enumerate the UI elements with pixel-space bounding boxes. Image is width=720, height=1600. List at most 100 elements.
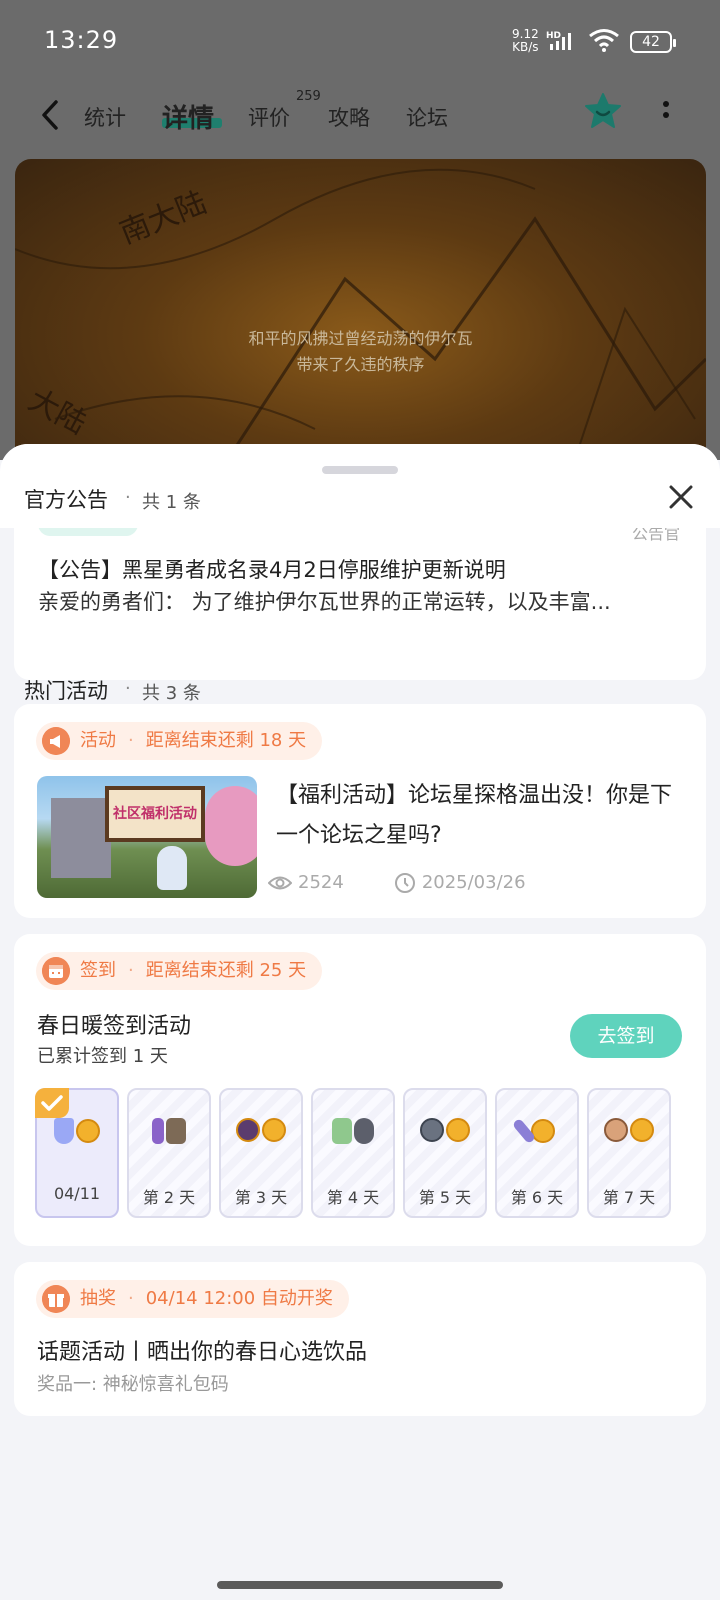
signin-remaining: 距离结束还剩 25 天 — [145, 960, 307, 981]
signin-day-4[interactable]: 第 4 天 — [311, 1088, 395, 1218]
home-indicator[interactable] — [217, 1581, 503, 1589]
lottery-prize: 奖品一: 神秘惊喜礼包码 — [37, 1374, 229, 1395]
book-icon — [332, 1118, 352, 1144]
separator-dot: · — [125, 678, 131, 699]
tab-stats[interactable]: 统计 — [84, 102, 126, 132]
day-label: 第 7 天 — [602, 1188, 656, 1207]
lottery-title: 话题活动丨晒出你的春日心选饮品 — [37, 1340, 368, 1365]
battery-icon: 42 — [630, 31, 676, 53]
checkmark-icon — [35, 1088, 69, 1118]
scroll-icon — [166, 1118, 186, 1144]
network-speed: 9.12 KB/s — [512, 28, 539, 54]
view-count: 2524 — [298, 872, 344, 893]
drag-handle[interactable] — [322, 466, 398, 474]
tab-guides[interactable]: 攻略 — [328, 102, 370, 132]
activity-thumbnail: 社区福利活动 — [37, 776, 257, 898]
signin-day-7[interactable]: 第 7 天 — [587, 1088, 671, 1218]
bottom-sheet: 官方公告 · 共 1 条 公告官 【公告】黑星勇者成名录4月2日停服维护更新说明… — [0, 444, 720, 1600]
review-count-badge: 259 — [296, 89, 321, 104]
potion-icon — [152, 1118, 164, 1144]
reward-icons — [129, 1118, 209, 1152]
lottery-draw-time: 04/14 12:00 自动开奖 — [145, 1288, 333, 1309]
notice-author: 公告官 — [631, 528, 680, 543]
signin-days: 04/11 第 2 天 第 3 天 第 4 天 第 5 天 第 6 天 第 7 … — [35, 1088, 695, 1218]
separator-dot: · — [125, 487, 131, 508]
day-label: 第 3 天 — [234, 1188, 288, 1207]
reward-icons — [497, 1117, 577, 1152]
reward-icons — [221, 1118, 301, 1152]
day-label: 第 6 天 — [510, 1188, 564, 1207]
hot-activities-title: 热门活动 — [24, 679, 108, 703]
day-label: 第 5 天 — [418, 1188, 472, 1207]
avatar-token-icon — [604, 1118, 628, 1142]
helmet-icon — [420, 1118, 444, 1142]
coin-icon — [630, 1118, 654, 1142]
activity-meta: 2524 2025/03/26 — [268, 872, 526, 894]
tab-forum[interactable]: 论坛 — [406, 102, 448, 132]
tab-reviews[interactable]: 评价 — [248, 102, 290, 132]
sheet-header: 官方公告 · 共 1 条 — [0, 444, 720, 528]
announcements-title: 官方公告 — [24, 488, 108, 512]
ore-icon — [354, 1118, 374, 1144]
token-icon — [236, 1118, 260, 1142]
signin-card: 签到 · 距离结束还剩 25 天 春日暖签到活动 已累计签到 1 天 去签到 04/… — [14, 934, 706, 1246]
day-label: 04/11 — [53, 1184, 101, 1203]
signin-day-3[interactable]: 第 3 天 — [219, 1088, 303, 1218]
game-banner-video[interactable]: 南大陆 大陆 和平的风拂过曾经动荡的伊尔瓦 带来了久违的秩序 — [15, 159, 706, 479]
lottery-tag-label: 抽奖 — [80, 1288, 116, 1309]
reward-icons — [37, 1118, 117, 1152]
announcements-count: 共 1 条 — [142, 492, 201, 513]
favorite-star-icon[interactable] — [584, 92, 622, 130]
day-label: 第 4 天 — [326, 1188, 380, 1207]
thumbnail-sign-text: 社区福利活动 — [105, 786, 205, 842]
day-label: 第 2 天 — [142, 1188, 196, 1207]
activity-card[interactable]: 活动 · 距离结束还剩 18 天 社区福利活动 【福利活动】论坛星探格温出没！你是下… — [14, 704, 706, 918]
signal-icon: HD — [546, 31, 571, 50]
announcement-desc: 亲爱的勇者们： 为了维护伊尔瓦世界的正常运转，以及丰富... — [38, 590, 611, 614]
announcement-item[interactable]: 公告官 【公告】黑星勇者成名录4月2日停服维护更新说明 亲爱的勇者们： 为了维护… — [14, 528, 706, 680]
signin-title: 春日暖签到活动 — [37, 1014, 192, 1039]
gift-icon — [42, 1285, 70, 1313]
back-arrow-icon[interactable] — [36, 98, 66, 132]
status-time: 13:29 — [44, 26, 119, 54]
lottery-tag: 抽奖 · 04/14 12:00 自动开奖 — [36, 1280, 349, 1318]
coin-icon — [262, 1118, 286, 1142]
signin-progress: 已累计签到 1 天 — [37, 1046, 168, 1067]
activity-date: 2025/03/26 — [421, 872, 526, 893]
top-nav: 统计 详情 评价 259 攻略 论坛 — [0, 84, 720, 154]
notice-tag — [38, 528, 138, 536]
signin-day-2[interactable]: 第 2 天 — [127, 1088, 211, 1218]
reward-icons — [589, 1118, 669, 1152]
hot-activities-count: 共 3 条 — [142, 683, 201, 704]
eye-icon — [268, 876, 292, 890]
announcement-title: 【公告】黑星勇者成名录4月2日停服维护更新说明 — [38, 558, 506, 582]
signin-button[interactable]: 去签到 — [570, 1014, 682, 1058]
activity-tag-label: 活动 — [80, 730, 116, 751]
page: 13:29 9.12 KB/s HD 42 统计 详情 评价 259 攻略 论坛… — [0, 0, 720, 1600]
activity-tag: 活动 · 距离结束还剩 18 天 — [36, 722, 323, 760]
megaphone-icon — [42, 727, 70, 755]
signin-day-6[interactable]: 第 6 天 — [495, 1088, 579, 1218]
banner-subtitle-1: 和平的风拂过曾经动荡的伊尔瓦 — [248, 329, 473, 348]
activity-remaining: 距离结束还剩 18 天 — [145, 730, 307, 751]
lottery-card[interactable]: 抽奖 · 04/14 12:00 自动开奖 话题活动丨晒出你的春日心选饮品 奖品一:… — [14, 1262, 706, 1416]
clock-icon — [394, 873, 415, 893]
signin-tag-label: 签到 — [80, 960, 116, 981]
network-type: HD — [546, 31, 561, 41]
signin-day-1[interactable]: 04/11 — [35, 1088, 119, 1218]
signin-tag: 签到 · 距离结束还剩 25 天 — [36, 952, 323, 990]
activity-title: 【福利活动】论坛星探格温出没！你是下一个论坛之星吗? — [276, 783, 673, 848]
reward-icons — [313, 1118, 393, 1152]
dimmed-background: 13:29 9.12 KB/s HD 42 统计 详情 评价 259 攻略 论坛… — [0, 0, 720, 479]
coin-icon — [446, 1118, 470, 1142]
calendar-icon — [42, 957, 70, 985]
more-options-icon[interactable] — [660, 98, 672, 128]
wifi-icon — [589, 29, 619, 52]
tab-details[interactable]: 详情 — [162, 98, 214, 135]
signin-day-5[interactable]: 第 5 天 — [403, 1088, 487, 1218]
reward-icons — [405, 1118, 485, 1152]
gem-icon — [54, 1118, 74, 1144]
map-artwork — [15, 168, 706, 479]
close-icon[interactable] — [666, 482, 696, 512]
coin-icon — [531, 1119, 555, 1143]
